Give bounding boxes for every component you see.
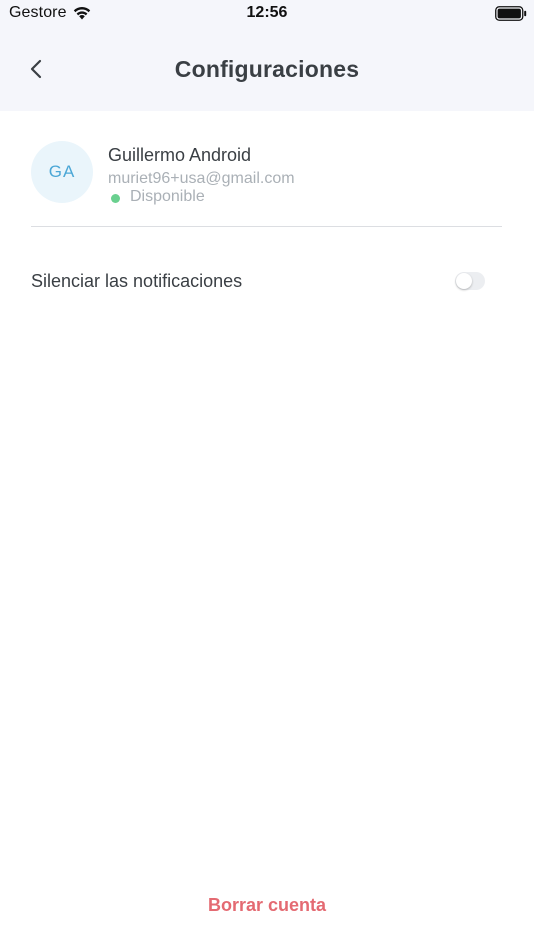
delete-account-button[interactable]: Borrar cuenta bbox=[0, 895, 534, 916]
mute-notifications-row: Silenciar las notificaciones bbox=[31, 260, 485, 302]
settings-screen: Gestore 12:56 Configuraciones GA Guiller… bbox=[0, 0, 534, 950]
mute-notifications-label: Silenciar las notificaciones bbox=[31, 270, 243, 291]
mute-notifications-toggle[interactable] bbox=[455, 272, 485, 290]
battery-icon bbox=[495, 6, 527, 21]
avatar: GA bbox=[31, 141, 93, 203]
toggle-knob bbox=[456, 273, 472, 289]
presence-status: Disponible bbox=[111, 188, 205, 206]
profile-card: GA Guillermo Android muriet96+usa@gmail.… bbox=[31, 141, 502, 227]
status-time: 12:56 bbox=[246, 4, 288, 21]
page-title: Configuraciones bbox=[174, 56, 360, 82]
status-dot-icon bbox=[111, 193, 120, 203]
profile-name: Guillermo Android bbox=[108, 145, 252, 165]
profile-email: muriet96+usa@gmail.com bbox=[108, 170, 295, 187]
nav-bar: Configuraciones bbox=[0, 27, 534, 111]
status-text: Disponible bbox=[130, 188, 205, 205]
status-bar: Gestore 12:56 bbox=[0, 0, 534, 27]
